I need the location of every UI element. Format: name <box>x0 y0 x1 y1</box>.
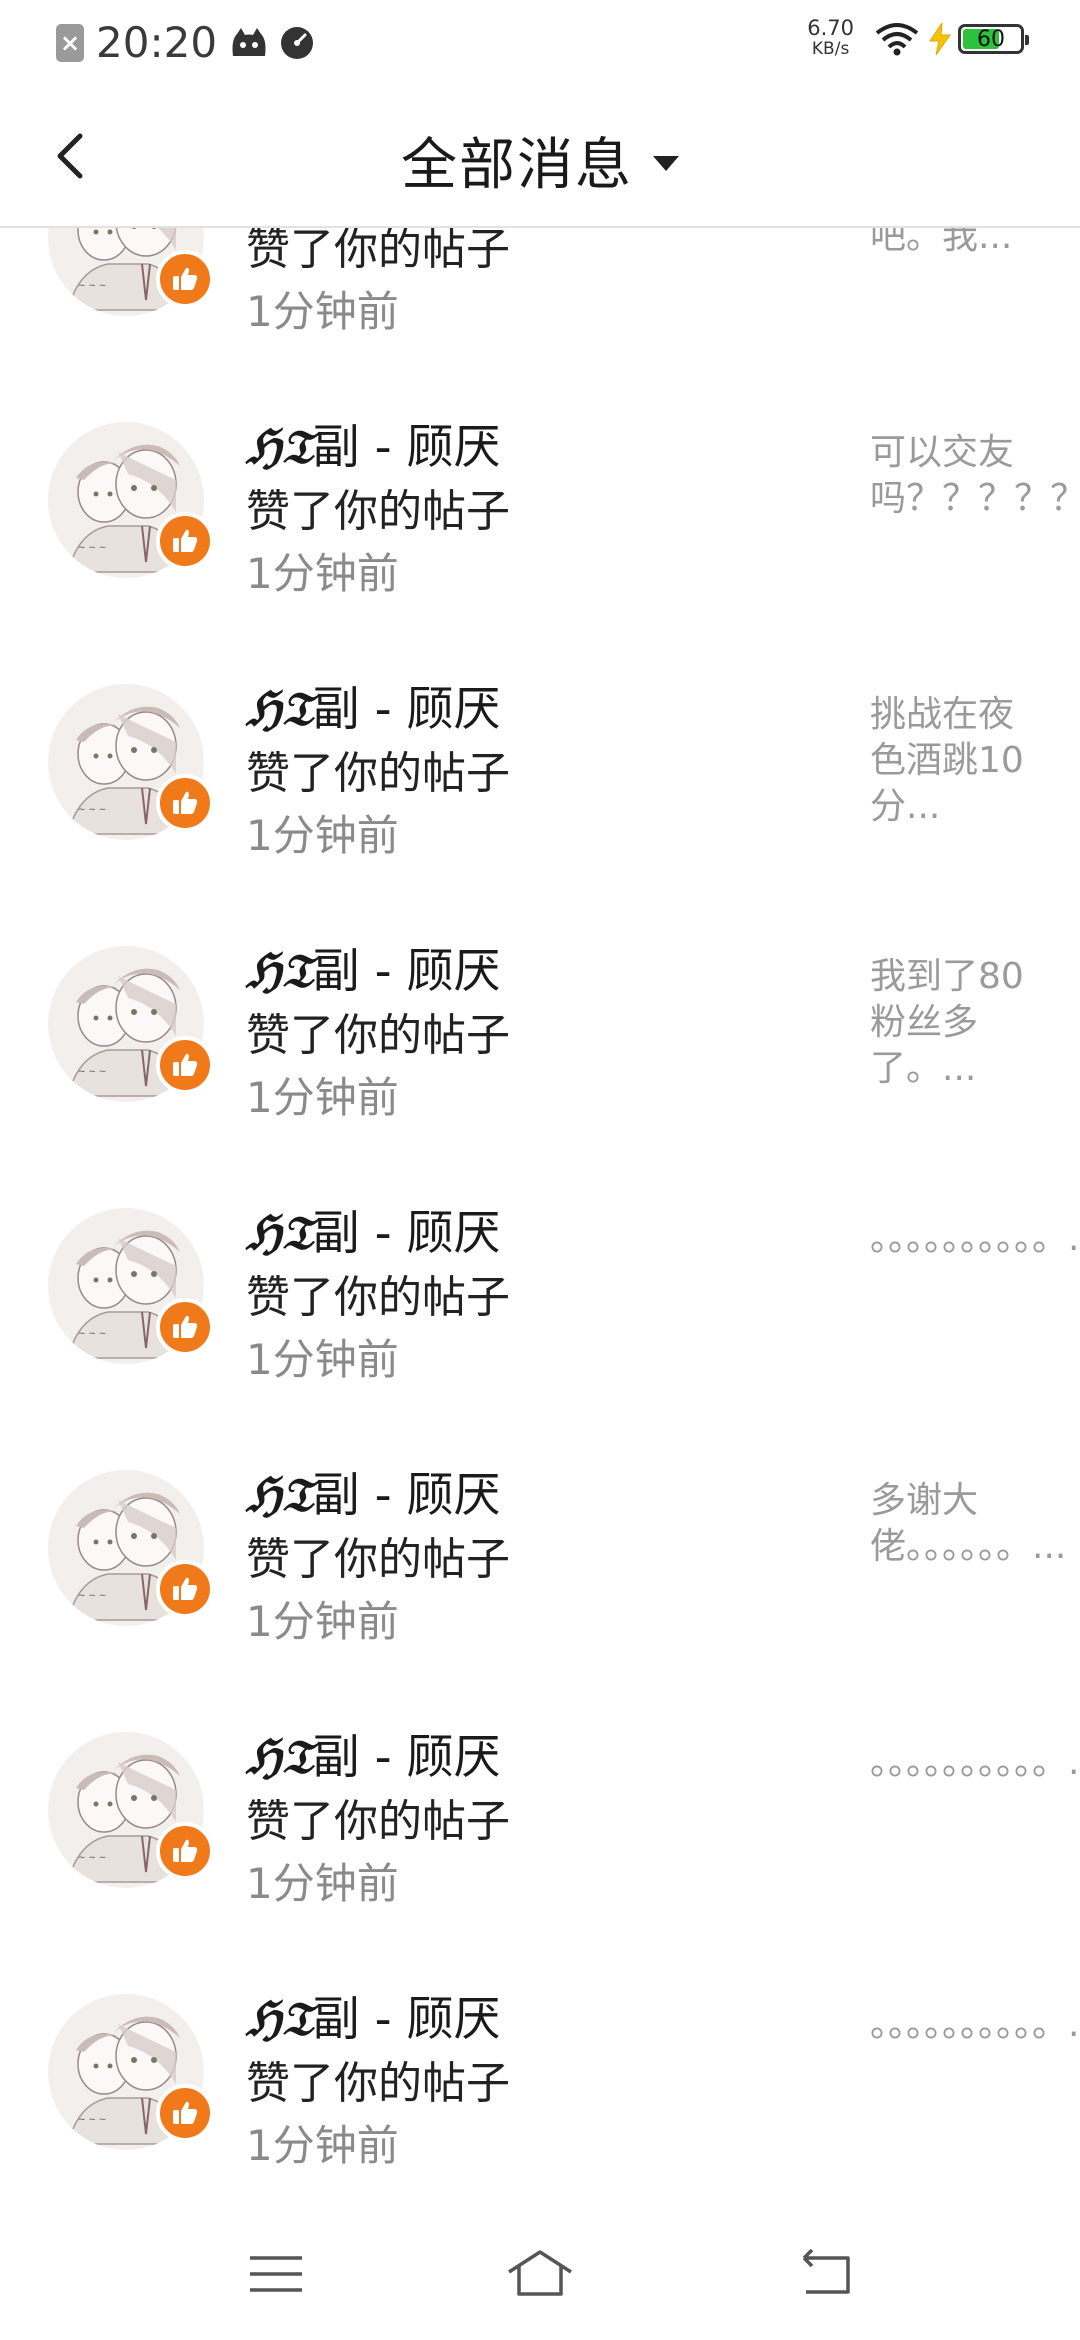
sender-name-prefix: ℌ𝔗 <box>246 1206 313 1261</box>
like-badge <box>156 774 214 832</box>
top-bar: 全部消息 <box>0 84 1080 228</box>
sender-name[interactable]: ℌ𝔗副 - 顾厌 <box>246 1728 510 1788</box>
caret-down-icon <box>653 156 679 171</box>
svg-text:~ ~ ~: ~ ~ ~ <box>78 1329 106 1339</box>
message-action: 赞了你的帖子 <box>246 228 510 275</box>
menu-icon[interactable] <box>242 2244 312 2304</box>
sender-name-text: 副 - 顾厌 <box>312 1468 501 1523</box>
sender-name-prefix: ℌ𝔗 <box>246 420 313 475</box>
page-title: 全部消息 <box>401 133 633 198</box>
thumbs-up-icon <box>173 1315 198 1338</box>
message-item[interactable]: ~ ~ ~ ℌ𝔗副 - 顾厌 赞了你的帖子 1分钟前 。。。。。。。。。。... <box>0 1672 1080 1934</box>
sender-name-prefix: ℌ𝔗 <box>246 1730 313 1785</box>
svg-text:~ ~ ~: ~ ~ ~ <box>78 281 106 291</box>
message-time: 1分钟前 <box>246 287 399 336</box>
status-time: 20:20 <box>96 18 218 67</box>
sender-name-text: 副 - 顾厌 <box>312 1992 501 2047</box>
sender-name-prefix: ℌ𝔗 <box>246 1992 313 2047</box>
like-badge <box>156 250 214 308</box>
like-badge <box>156 1560 214 1618</box>
svg-text:~ ~ ~: ~ ~ ~ <box>78 1591 106 1601</box>
message-item[interactable]: ~ ~ ~ ℌ𝔗副 - 顾厌 赞了你的帖子 1分钟前 。。。。。。。。。。... <box>0 1934 1080 2188</box>
network-speed: 6.70 KB/s <box>807 16 854 60</box>
post-preview[interactable]: 。。。。。。。。。。... <box>870 1740 1080 1786</box>
message-item[interactable]: ~ ~ ~ ℌ𝔗副 - 顾厌 赞了你的帖子 1分钟前 点个赞吧。我... <box>0 228 1080 362</box>
speedometer-icon <box>281 26 314 59</box>
post-preview[interactable]: 可以交友吗？？？？？... <box>870 430 1080 522</box>
charging-bolt-icon <box>929 22 951 56</box>
filter-dropdown[interactable]: 全部消息 <box>0 120 1080 201</box>
sender-name-text: 副 - 顾厌 <box>312 1730 501 1785</box>
wifi-icon <box>875 23 919 56</box>
message-item[interactable]: ~ ~ ~ ℌ𝔗副 - 顾厌 赞了你的帖子 1分钟前 。。。。。。。。。。... <box>0 1148 1080 1410</box>
sender-name-prefix: ℌ𝔗 <box>246 682 313 737</box>
message-item[interactable]: ~ ~ ~ ℌ𝔗副 - 顾厌 赞了你的帖子 1分钟前 多谢大佬。。。。。。... <box>0 1410 1080 1672</box>
post-preview[interactable]: 多谢大佬。。。。。。... <box>870 1478 1066 1570</box>
message-time: 1分钟前 <box>246 1597 399 1646</box>
sender-name-prefix: ℌ𝔗 <box>246 944 313 999</box>
system-nav-bar <box>0 2208 1080 2340</box>
svg-text:~ ~ ~: ~ ~ ~ <box>78 1853 106 1863</box>
message-action: 赞了你的帖子 <box>246 2058 510 2109</box>
sender-name[interactable]: ℌ𝔗副 - 顾厌 <box>246 1466 510 1526</box>
post-preview[interactable]: 。。。。。。。。。。... <box>870 2002 1080 2048</box>
message-time: 1分钟前 <box>246 2121 399 2170</box>
svg-text:~ ~ ~: ~ ~ ~ <box>78 1067 106 1077</box>
message-action: 赞了你的帖子 <box>246 1272 510 1323</box>
back-icon[interactable] <box>790 2244 860 2304</box>
post-preview[interactable]: 。。。。。。。。。。... <box>870 1216 1080 1262</box>
thumbs-up-icon <box>173 529 198 552</box>
like-badge <box>156 512 214 570</box>
sender-name-text: 副 - 顾厌 <box>312 682 501 737</box>
message-action: 赞了你的帖子 <box>246 1796 510 1847</box>
message-time: 1分钟前 <box>246 549 399 598</box>
message-time: 1分钟前 <box>246 1073 399 1122</box>
sender-name[interactable]: ℌ𝔗副 - 顾厌 <box>246 942 510 1002</box>
sender-name-prefix: ℌ𝔗 <box>246 1468 313 1523</box>
message-action: 赞了你的帖子 <box>246 1534 510 1585</box>
like-badge <box>156 1822 214 1880</box>
message-item[interactable]: ~ ~ ~ ℌ𝔗副 - 顾厌 赞了你的帖子 1分钟前 我到了80粉丝多了。... <box>0 886 1080 1148</box>
svg-text:~ ~ ~: ~ ~ ~ <box>78 2115 106 2125</box>
message-time: 1分钟前 <box>246 1335 399 1384</box>
like-badge <box>156 2084 214 2142</box>
thumbs-up-icon <box>173 267 198 290</box>
message-item[interactable]: ~ ~ ~ ℌ𝔗副 - 顾厌 赞了你的帖子 1分钟前 挑战在夜色酒跳10分... <box>0 624 1080 886</box>
post-preview[interactable]: 点个赞吧。我... <box>870 228 1040 260</box>
sender-name-text: 副 - 顾厌 <box>312 944 501 999</box>
like-badge <box>156 1036 214 1094</box>
thumbs-up-icon <box>173 1839 198 1862</box>
message-item[interactable]: ~ ~ ~ ℌ𝔗副 - 顾厌 赞了你的帖子 1分钟前 可以交友吗？？？？？... <box>0 362 1080 624</box>
svg-text:~ ~ ~: ~ ~ ~ <box>78 543 106 553</box>
message-time: 1分钟前 <box>246 811 399 860</box>
message-time: 1分钟前 <box>246 1859 399 1908</box>
thumbs-up-icon <box>173 1577 198 1600</box>
cat-app-icon <box>232 27 266 56</box>
home-icon[interactable] <box>505 2244 575 2304</box>
thumbs-up-icon <box>173 2101 198 2124</box>
thumbs-up-icon <box>173 791 198 814</box>
message-action: 赞了你的帖子 <box>246 486 510 537</box>
post-preview[interactable]: 挑战在夜色酒跳10分... <box>870 692 1040 830</box>
status-bar: × 20:20 6.70 KB/s 60 <box>0 0 1080 84</box>
thumbs-up-icon <box>173 1053 198 1076</box>
sender-name[interactable]: ℌ𝔗副 - 顾厌 <box>246 418 510 478</box>
sender-name[interactable]: ℌ𝔗副 - 顾厌 <box>246 1990 510 2050</box>
sender-name-text: 副 - 顾厌 <box>312 420 501 475</box>
sender-name-text: 副 - 顾厌 <box>312 1206 501 1261</box>
message-list[interactable]: ~ ~ ~ ℌ𝔗副 - 顾厌 赞了你的帖子 1分钟前 点个赞吧。我... <box>0 228 1080 2188</box>
battery-icon: 60 <box>958 24 1029 54</box>
post-preview[interactable]: 我到了80粉丝多了。... <box>870 954 1040 1092</box>
sender-name[interactable]: ℌ𝔗副 - 顾厌 <box>246 680 510 740</box>
notification-close-icon: × <box>56 23 84 62</box>
like-badge <box>156 1298 214 1356</box>
sender-name[interactable]: ℌ𝔗副 - 顾厌 <box>246 1204 510 1264</box>
svg-text:~ ~ ~: ~ ~ ~ <box>78 805 106 815</box>
message-action: 赞了你的帖子 <box>246 748 510 799</box>
message-action: 赞了你的帖子 <box>246 1010 510 1061</box>
